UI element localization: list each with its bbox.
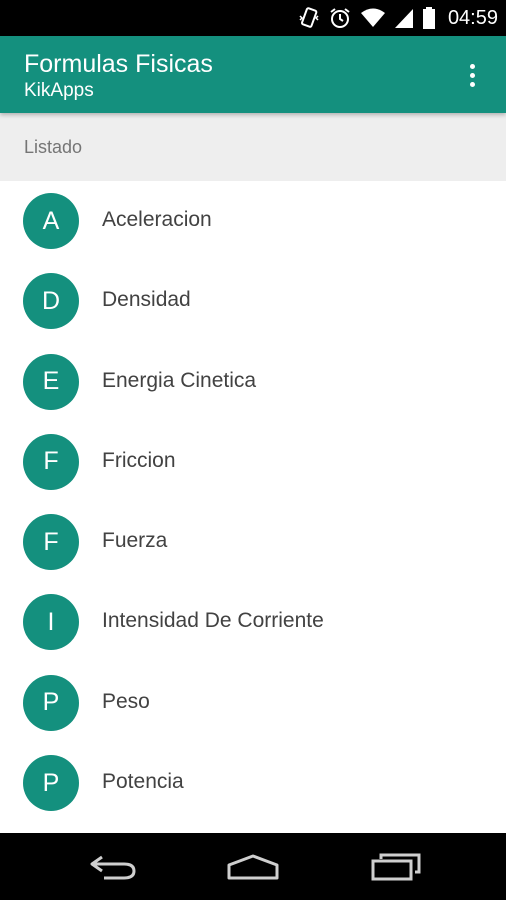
letter-avatar: A <box>23 193 79 249</box>
status-time: 04:59 <box>447 6 498 29</box>
list-item-label: Intensidad De Corriente <box>102 609 324 633</box>
status-bar: 04:59 <box>0 0 506 36</box>
formula-list: A Aceleracion D Densidad E Energia Cinet… <box>0 181 506 833</box>
list-item-peso[interactable]: P Peso <box>0 663 506 743</box>
alarm-icon <box>328 6 352 30</box>
back-button[interactable] <box>63 833 163 900</box>
wifi-icon <box>360 7 386 29</box>
list-item-label: Potencia <box>102 770 184 794</box>
list-item-label: Peso <box>102 689 150 713</box>
letter-avatar: P <box>23 755 79 812</box>
overflow-menu-icon[interactable] <box>460 58 484 92</box>
vibrate-icon <box>298 6 320 30</box>
letter-avatar: E <box>23 353 79 410</box>
list-item-label: Densidad <box>102 288 191 312</box>
list-item-label: Energia Cinetica <box>102 368 257 392</box>
letter-avatar: D <box>23 273 79 330</box>
app-title: Formulas Fisicas <box>24 50 213 78</box>
home-icon <box>227 854 279 879</box>
list-item-potencia[interactable]: P Potencia <box>0 743 506 823</box>
navigation-bar <box>0 833 506 900</box>
list-item-label: Aceleracion <box>102 208 212 231</box>
list-item-label: Fuerza <box>102 529 168 553</box>
menu-dot <box>469 81 475 87</box>
letter-avatar: F <box>23 433 79 490</box>
list-item-intensidad-de-corriente[interactable]: I Intensidad De Corriente <box>0 582 506 662</box>
back-icon <box>90 855 136 879</box>
letter-avatar: P <box>23 674 79 731</box>
app-screen: 04:59 Formulas Fisicas KikApps Listado A… <box>0 0 506 900</box>
list-item-densidad[interactable]: D Densidad <box>0 261 506 341</box>
letter-avatar: I <box>23 594 79 651</box>
list-item-friccion[interactable]: F Friccion <box>0 422 506 502</box>
list-item-energia-cinetica[interactable]: E Energia Cinetica <box>0 342 506 422</box>
section-header-label: Listado <box>24 137 83 157</box>
recents-icon <box>371 853 421 880</box>
home-button[interactable] <box>203 833 303 900</box>
list-item-aceleracion[interactable]: A Aceleracion <box>0 181 506 261</box>
menu-dot <box>469 72 475 78</box>
letter-avatar: F <box>23 514 79 571</box>
app-bar: Formulas Fisicas KikApps <box>0 36 506 113</box>
signal-icon <box>394 7 414 29</box>
menu-dot <box>469 63 475 69</box>
app-subtitle: KikApps <box>24 80 94 101</box>
status-icons: 04:59 <box>298 0 498 36</box>
section-header: Listado <box>0 113 506 181</box>
recents-button[interactable] <box>346 833 446 900</box>
battery-icon <box>422 6 436 30</box>
list-item-label: Friccion <box>102 448 176 472</box>
list-item-fuerza[interactable]: F Fuerza <box>0 502 506 582</box>
